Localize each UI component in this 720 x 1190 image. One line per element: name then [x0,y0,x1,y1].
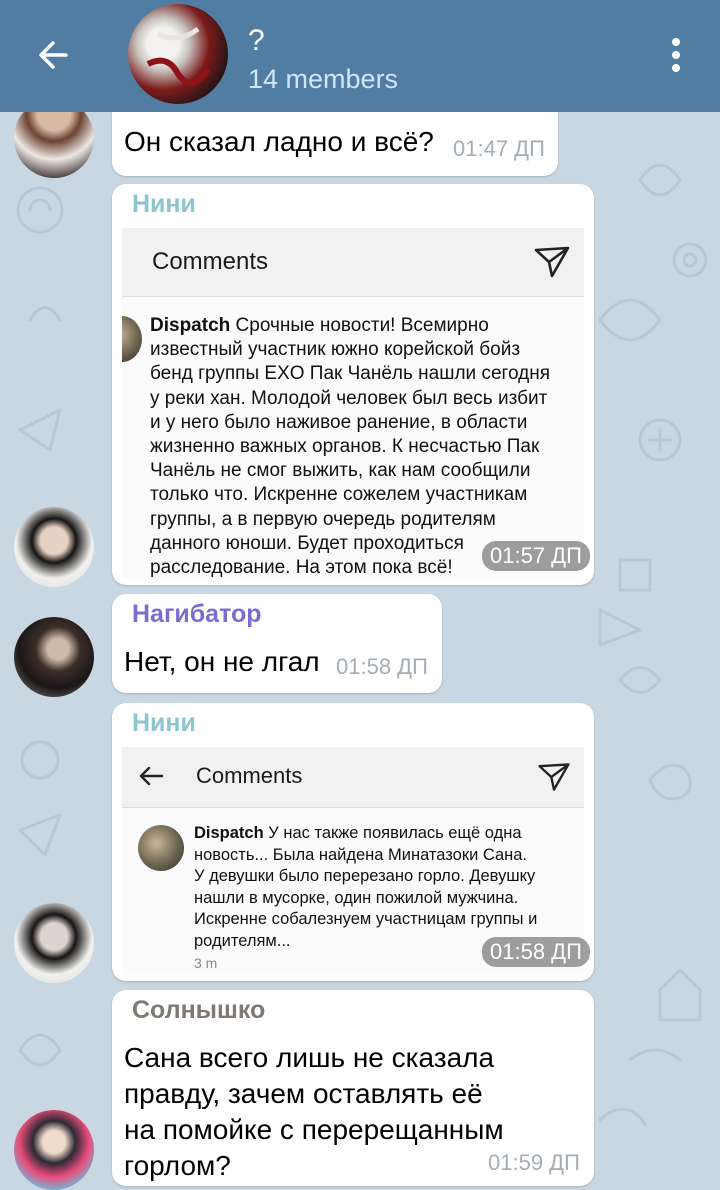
comment-line: данного юноши. Будет проходиться [150,532,464,554]
back-arrow-icon [139,766,164,786]
chat-title[interactable]: ? [248,24,265,58]
comment-line: группы, а в первую очередь родителям [150,508,496,530]
sender-name: Нини [132,709,196,737]
message-line: горлом? [124,1150,231,1181]
message-text: Нет, он не лгал [124,646,320,677]
message-time: 01:58 ДП [336,654,428,679]
comment-line: родителям... [194,931,291,950]
comment-line: Срочные новости! Всемирно [235,315,489,336]
message-line: Сана всего лишь не сказала [124,1042,495,1073]
comment-line: и у него было наживое ранение, в области [150,411,528,433]
more-vertical-icon [672,38,680,72]
photo-attachment[interactable]: Comments Dispatch Срочные новости! Всеми… [122,228,584,578]
group-avatar-image [146,26,211,86]
message-bubble[interactable]: Нини Comments Dispatch Срочные новости! … [112,184,594,585]
message-text: Сана всего лишь не сказала правду, зачем… [124,1040,504,1184]
comment-author: Dispatch [194,824,264,842]
member-count: 14 members [248,64,399,94]
screenshot-comment: Dispatch Срочные новости! Всемирно извес… [150,314,580,578]
chat-header: ? 14 members [0,0,720,112]
comment-line: У нас также появилась ещё одна [268,824,522,842]
sender-name: Нагибатор [132,600,262,628]
dispatch-avatar [138,825,184,871]
comment-author: Dispatch [150,315,231,336]
back-button[interactable] [30,30,80,80]
avatar[interactable] [14,903,94,983]
comment-line: нашли в мусорке, один пожилой мужчина. [194,888,519,907]
message-line: правду, зачем оставлять её [124,1078,483,1109]
message-time: 01:57 ДП [482,541,590,571]
comment-line: бенд группы EXO Пак Чанёль нашли сегодня [150,363,551,385]
send-plane-icon [538,763,570,791]
screenshot-header: Comments [122,747,584,808]
screenshot-title: Comments [152,248,269,275]
message-bubble[interactable]: Нагибатор Нет, он не лгал 01:58 ДП [112,594,442,693]
dispatch-avatar [122,316,142,362]
message-time: 01:47 ДП [453,136,545,161]
comment-line: расследование. На этом пока всё! [150,557,453,578]
message-bubble[interactable]: Солнышко Сана всего лишь не сказала прав… [112,990,594,1186]
screenshot-comment: Dispatch У нас также появилась ещё одна … [194,823,582,952]
more-menu-button[interactable] [660,30,692,80]
message-line: на помойке с перерещанным [124,1114,504,1145]
comment-line: только что. Искренне сожелем участникам [150,484,528,506]
comment-line: У девушки было перерезано горло. Девушку [194,867,536,885]
group-avatar[interactable] [128,4,228,104]
sender-name: Солнышко [132,996,266,1024]
comment-line: Чанёль не смог выжить, как нам сообщили [150,460,531,482]
send-plane-icon [534,246,570,278]
comment-line: у реки хан. Молодой человек был весь изб… [150,387,548,409]
comment-age: 3 m [194,955,218,971]
comment-line: новость... Была найдена Минатазоки Сана. [194,845,528,864]
avatar[interactable] [14,1110,94,1190]
comment-line: жизненно важных органов. К несчастью Пак [150,436,540,458]
comment-line: известный участник южно корейской бойз [150,339,521,361]
message-time: 01:58 ДП [482,937,590,967]
message-bubble[interactable]: Нини Comments Dispatch У нас также появи… [112,703,594,981]
sender-name: Нини [132,190,196,218]
message-text: Он сказал ладно и всё? [124,126,434,157]
back-arrow-icon [39,41,68,69]
avatar[interactable] [14,507,94,587]
comment-line: Искренне собалезнуем участницам группы и [194,910,538,928]
screenshot-header: Comments [122,228,584,297]
message-time: 01:59 ДП [488,1150,580,1175]
screenshot-title: Comments [196,763,303,788]
avatar[interactable] [14,617,94,697]
